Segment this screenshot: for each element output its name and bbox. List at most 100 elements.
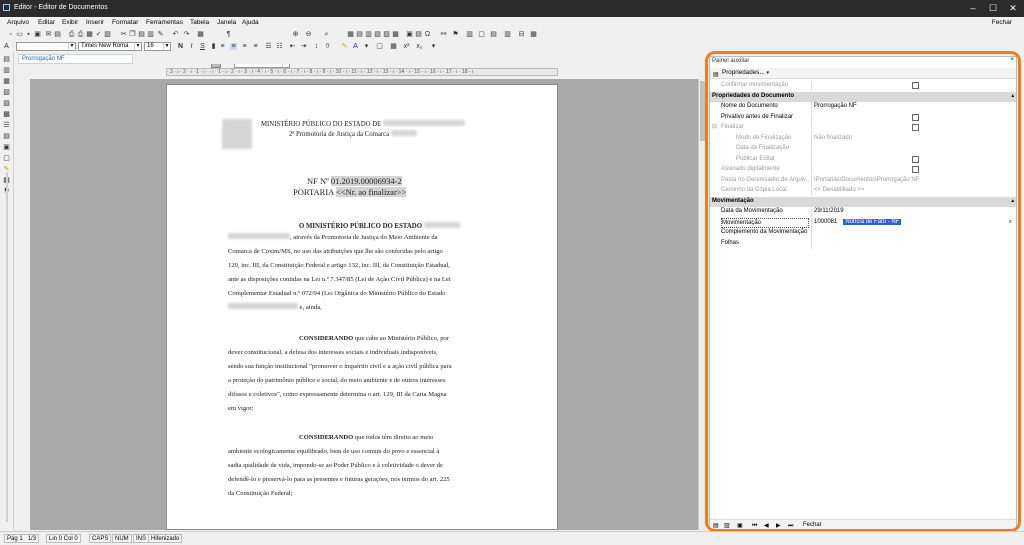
align-left-icon[interactable]: ≡ (219, 43, 226, 50)
underline-icon[interactable]: S (199, 43, 206, 50)
property-value[interactable]: 29/11/2019 (811, 207, 1016, 217)
paste-icon[interactable]: ▤ (138, 31, 145, 38)
next-record-icon[interactable]: ▶ (776, 521, 781, 531)
insert-link-icon[interactable]: ⚯ (440, 31, 447, 38)
property-value[interactable]: Prorrogação NF (811, 102, 1016, 112)
open-icon[interactable]: ▭ (16, 31, 23, 38)
scroll-thumb[interactable] (700, 81, 705, 141)
frame-icon[interactable]: ▢ (478, 31, 485, 38)
minimize-icon[interactable]: – (966, 2, 980, 14)
tool-icon-2[interactable]: ▥ (3, 67, 10, 74)
print-preview-icon[interactable]: ⎙ (68, 31, 75, 38)
menu-janela[interactable]: Janela (217, 19, 236, 26)
property-checkbox-cell[interactable] (811, 123, 1016, 133)
bold-icon[interactable]: N (177, 43, 184, 50)
close-window-icon[interactable]: ✕ (1006, 2, 1020, 14)
property-checkbox-cell[interactable] (811, 165, 1016, 175)
save-all-icon[interactable]: ▣ (34, 31, 41, 38)
property-value[interactable] (811, 238, 1016, 249)
panel-close-icon[interactable]: × (1010, 57, 1014, 63)
nf-number-field[interactable]: 01.2019.00006934-2 (330, 176, 402, 186)
section-header[interactable]: Propriedades do Documento ▴ (710, 91, 1016, 102)
table-rows-icon[interactable]: ▤ (356, 31, 363, 38)
paragraph-marks-icon[interactable]: ¶ (225, 31, 232, 38)
lock-icon[interactable]: ▤ (54, 31, 61, 38)
table-cols-icon[interactable]: ▥ (365, 31, 372, 38)
footer-icon[interactable]: ▥ (504, 31, 511, 38)
font-color-icon[interactable]: A (352, 43, 359, 50)
checkbox[interactable] (912, 166, 919, 173)
checkbox[interactable] (912, 155, 919, 163)
table-split-icon[interactable]: ▩ (392, 31, 399, 38)
decrease-indent-icon[interactable]: ⇤ (289, 43, 296, 50)
menu-ajuda[interactable]: Ajuda (242, 19, 259, 26)
property-value[interactable]: 1000081 Notícia de Fato - NF ⌕ (811, 217, 1016, 228)
header-icon[interactable]: ▤ (490, 31, 497, 38)
document-page[interactable]: MINISTÉRIO PÚBLICO DO ESTADO DE 2ª Promo… (166, 84, 558, 530)
format-painter-icon[interactable]: ✎ (157, 31, 164, 38)
table-merge-icon[interactable]: ▨ (383, 31, 390, 38)
document-scrollbar[interactable] (698, 79, 706, 530)
thesaurus-icon[interactable]: ▧ (104, 31, 111, 38)
tool-icon-7[interactable]: ☰ (3, 122, 10, 129)
undo-icon[interactable]: ↶ (172, 31, 179, 38)
tool-icon-10[interactable]: ▢ (3, 155, 10, 162)
chevron-down-icon[interactable]: ▾ (766, 70, 769, 76)
shading-icon[interactable]: ▦ (390, 43, 397, 50)
chevron-down-icon[interactable]: ▾ (363, 43, 370, 50)
save-icon[interactable]: ▪ (25, 31, 32, 38)
tool-icon-4[interactable]: ▧ (3, 89, 10, 96)
tool-icon-9[interactable]: ▣ (3, 144, 10, 151)
footer-tool-icon-2[interactable]: ▥ (724, 521, 730, 531)
bookmark-icon[interactable]: ⚑ (452, 31, 459, 38)
maximize-icon[interactable]: ☐ (986, 2, 1000, 14)
tool-icon-5[interactable]: ▨ (3, 100, 10, 107)
checkbox[interactable] (912, 113, 919, 121)
paragraph-spacing-icon[interactable]: ⇳ (324, 43, 331, 50)
more-icon[interactable]: ▦ (530, 31, 537, 38)
menu-editar[interactable]: Editar (38, 19, 55, 26)
zoom-out-icon[interactable]: ⊖ (305, 31, 312, 38)
property-value[interactable] (811, 228, 1016, 238)
checkbox[interactable] (912, 124, 919, 131)
table-icon[interactable]: ▦ (197, 31, 204, 38)
paste-special-icon[interactable]: ▥ (147, 31, 154, 38)
property-value[interactable]: Não finalizado (811, 133, 1016, 144)
menu-formatar[interactable]: Formatar (112, 19, 138, 26)
bullets-icon[interactable]: ☰ (265, 43, 272, 50)
justify-icon[interactable]: ≡ (252, 43, 259, 50)
font-size-combo[interactable]: 16 ▼ (144, 42, 171, 51)
tool-icon-6[interactable]: ▩ (3, 111, 10, 118)
menu-tabela[interactable]: Tabela (190, 19, 209, 26)
tab-prorrogacao-nf[interactable]: Prorrogação NF (18, 54, 133, 64)
italic-icon[interactable]: I (188, 43, 195, 50)
properties-button[interactable]: Propriedades... (722, 69, 765, 76)
search-icon[interactable]: ⌕ (1009, 218, 1012, 227)
superscript-icon[interactable]: x² (403, 43, 410, 50)
property-checkbox-cell[interactable] (811, 81, 1016, 91)
redo-icon[interactable]: ↷ (183, 31, 190, 38)
align-right-icon[interactable]: ≡ (241, 43, 248, 50)
panel-close-button[interactable]: Fechar (803, 520, 822, 530)
pdf-icon[interactable]: ▦ (86, 31, 93, 38)
checkbox[interactable] (912, 82, 919, 89)
mail-icon[interactable]: ✉ (45, 31, 52, 38)
highlighter-icon[interactable]: ✎ (341, 43, 348, 50)
highlight-mark-icon[interactable]: ▮ (210, 43, 217, 50)
columns-icon[interactable]: ▥ (466, 31, 473, 38)
chevron-down-icon[interactable]: ▼ (68, 43, 75, 50)
expander-icon[interactable]: ⊟ (712, 123, 717, 132)
subscript-icon[interactable]: x₂ (416, 43, 423, 50)
footer-tool-icon-3[interactable]: ▣ (737, 521, 743, 531)
more-format-icon[interactable]: ▾ (430, 43, 437, 50)
property-value[interactable]: << Desabilitado >> (811, 186, 1016, 196)
table-delete-icon[interactable]: ▧ (374, 31, 381, 38)
line-spacing-icon[interactable]: ↕ (313, 43, 320, 50)
increase-indent-icon[interactable]: ⇥ (300, 43, 307, 50)
collapse-icon[interactable]: ▴ (1011, 92, 1014, 101)
portaria-number-field[interactable]: <<Nr. ao finalizar>> (335, 187, 407, 197)
property-value[interactable] (811, 144, 1016, 154)
section-header[interactable]: Movimentação ▴ (710, 196, 1016, 207)
find-icon[interactable]: ⌕ (323, 31, 330, 38)
prev-record-icon[interactable]: ◀ (764, 521, 769, 531)
